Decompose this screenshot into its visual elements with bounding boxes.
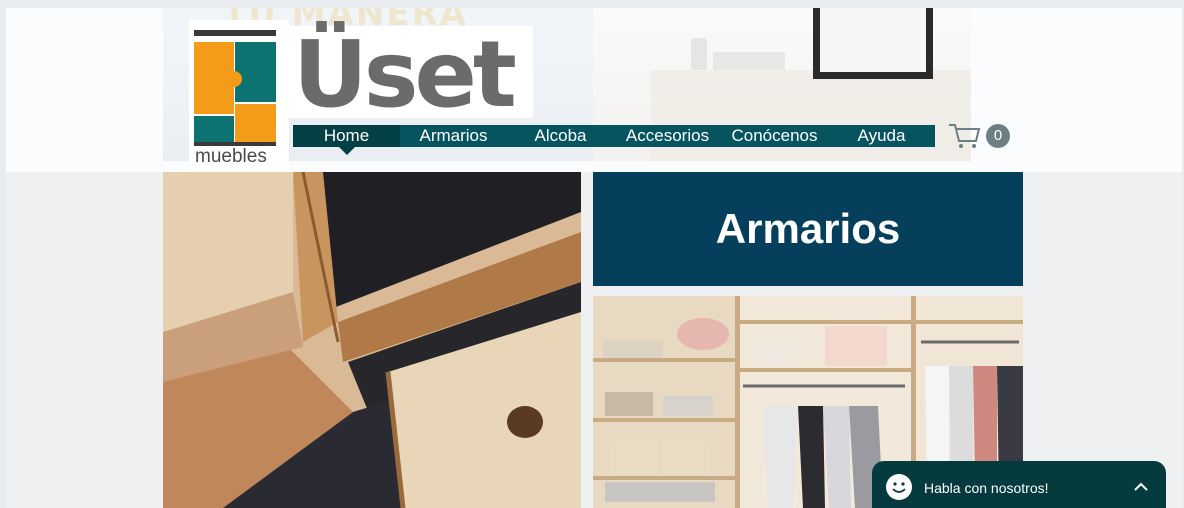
nav-item-home[interactable]: Home xyxy=(293,125,400,155)
nav-item-armarios[interactable]: Armarios xyxy=(400,125,507,147)
active-indicator xyxy=(338,147,355,155)
armarios-banner[interactable]: Armarios xyxy=(593,172,1023,286)
brand-name: Üset xyxy=(293,21,517,128)
cart-count-badge: 0 xyxy=(986,124,1010,148)
nav-item-conocenos[interactable]: Conócenos xyxy=(721,125,828,147)
logo[interactable]: muebles xyxy=(189,20,289,170)
nav-item-accesorios[interactable]: Accesorios xyxy=(614,125,721,147)
brand-name-box[interactable]: Üset xyxy=(289,21,533,128)
smiley-icon xyxy=(886,474,912,500)
drawers-photo[interactable] xyxy=(163,172,581,508)
chat-label: Habla con nosotros! xyxy=(924,480,1049,496)
cart-icon xyxy=(949,124,981,148)
armarios-title: Armarios xyxy=(715,205,901,252)
cart-button[interactable]: 0 xyxy=(948,121,1018,151)
page: TU MANERA muebles Üset Home Armarios Alc… xyxy=(6,8,1182,508)
chevron-up-icon[interactable] xyxy=(1134,479,1148,497)
nav-item-ayuda[interactable]: Ayuda xyxy=(828,125,935,147)
chat-widget[interactable]: Habla con nosotros! xyxy=(872,461,1166,508)
site-header: TU MANERA muebles Üset Home Armarios Alc… xyxy=(6,8,1182,172)
logo-word: muebles xyxy=(195,146,267,167)
puzzle-knob-icon xyxy=(226,71,242,87)
main-nav: Home Armarios Alcoba Accesorios Conóceno… xyxy=(293,125,935,155)
nav-item-alcoba[interactable]: Alcoba xyxy=(507,125,614,147)
